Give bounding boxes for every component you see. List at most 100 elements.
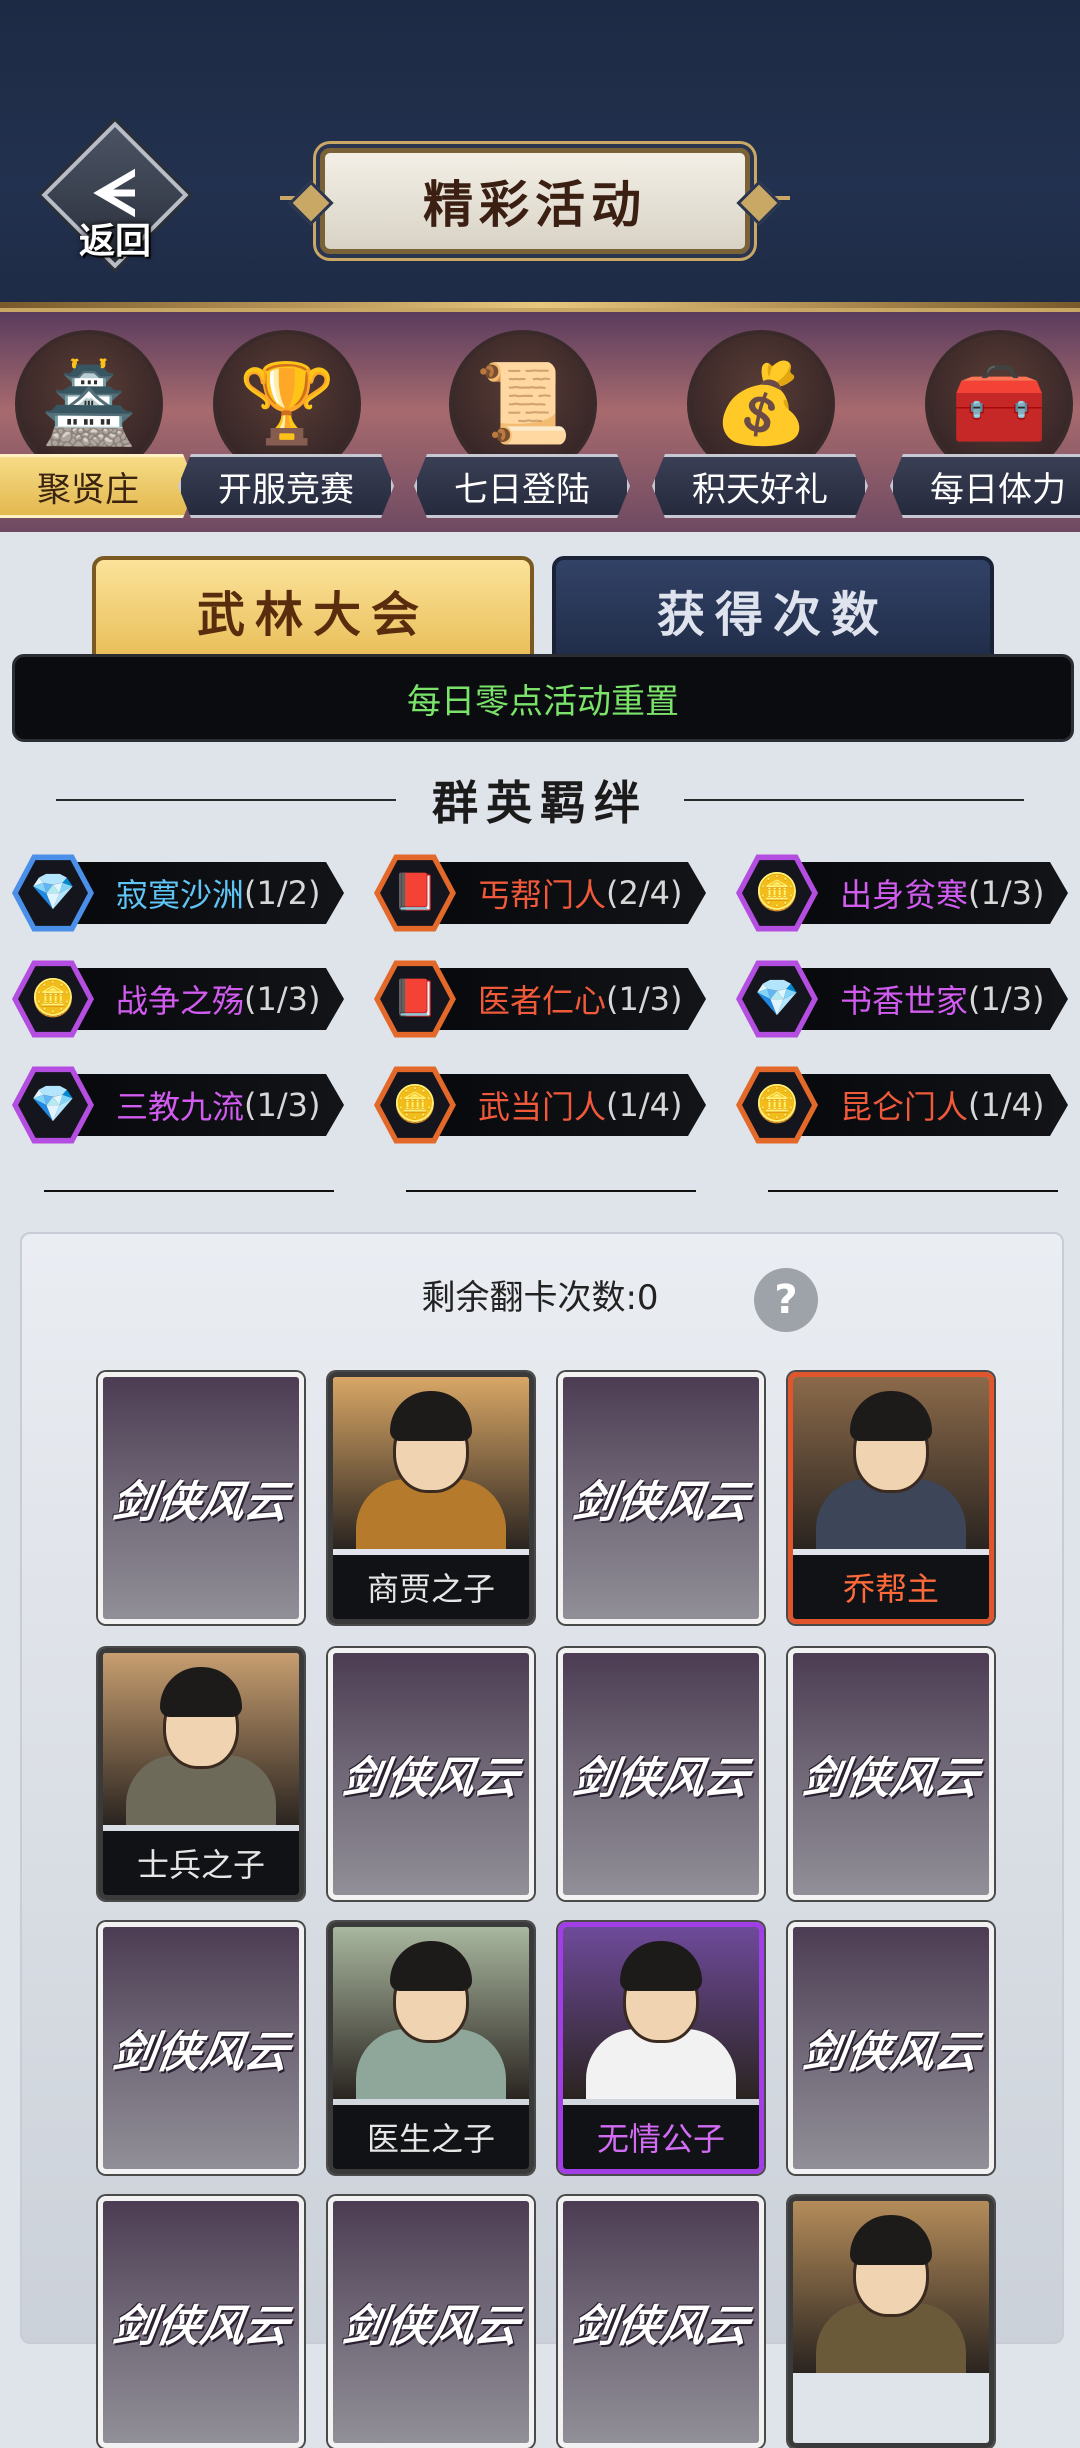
bond-item[interactable]: 昆仑门人 (1/4) 🪙 <box>728 1064 1068 1144</box>
character-portrait <box>103 1653 299 1825</box>
revealed-card[interactable]: 医生之子 <box>328 1922 534 2174</box>
tab-wulin-conference[interactable]: 武林大会 <box>92 556 534 664</box>
card-back-logo: 剑侠风云 <box>563 1653 759 1895</box>
event-tab-label: 积天好礼 <box>652 454 868 518</box>
character-portrait <box>793 1377 989 1549</box>
event-tab-3[interactable]: 💰 积天好礼 <box>652 322 868 522</box>
bond-count: (1/3) <box>968 874 1045 912</box>
bond-item[interactable]: 书香世家 (1/3) 💎 <box>728 958 1068 1038</box>
tab-obtain-attempts[interactable]: 获得次数 <box>552 556 994 664</box>
card-face <box>793 2201 989 2443</box>
card-face: 乔帮主 <box>793 1377 989 1619</box>
bond-count: (1/3) <box>244 980 321 1018</box>
bond-name: 丐帮门人 <box>478 876 607 914</box>
revealed-card[interactable]: 乔帮主 <box>788 1372 994 1624</box>
card-back-logo: 剑侠风云 <box>563 2201 759 2443</box>
bond-count: (1/3) <box>606 980 683 1018</box>
card-face: 医生之子 <box>333 1927 529 2169</box>
character-portrait <box>333 1377 529 1549</box>
back-label: 返回 <box>78 220 151 262</box>
bond-item-partial <box>768 1190 1058 1192</box>
card-character-name: 士兵之子 <box>103 1831 299 1895</box>
bond-item[interactable]: 战争之殇 (1/3) 🪙 <box>4 958 344 1038</box>
revealed-card[interactable] <box>788 2196 994 2448</box>
question-icon: ? <box>774 1277 798 1323</box>
bonds-header: 群英羁绊 <box>0 760 1080 840</box>
face-down-card[interactable]: 剑侠风云 <box>328 1648 534 1900</box>
face-down-card[interactable]: 剑侠风云 <box>328 2196 534 2448</box>
remaining-flips-label: 剩余翻卡次数:0 <box>421 1278 659 1318</box>
bond-item-partial <box>406 1190 696 1192</box>
card-face: 士兵之子 <box>103 1653 299 1895</box>
face-down-card[interactable]: 剑侠风云 <box>558 1372 764 1624</box>
bond-item[interactable]: 出身贫寒 (1/3) 🪙 <box>728 852 1068 932</box>
card-back-logo: 剑侠风云 <box>103 1377 299 1619</box>
event-tab-4[interactable]: 🧰 每日体力 <box>890 322 1080 522</box>
character-portrait <box>563 1927 759 2099</box>
card-character-name: 无情公子 <box>563 2105 759 2169</box>
bond-count: (1/3) <box>244 1086 321 1124</box>
card-back-logo: 剑侠风云 <box>333 1653 529 1895</box>
event-tab-label: 聚贤庄 <box>0 454 196 518</box>
bond-count: (1/4) <box>606 1086 683 1124</box>
divider-left <box>56 799 396 801</box>
card-character-name: 乔帮主 <box>793 1555 989 1619</box>
face-down-card[interactable]: 剑侠风云 <box>788 1648 994 1900</box>
event-tab-label: 开服竞赛 <box>178 454 394 518</box>
character-portrait <box>333 1927 529 2099</box>
bond-name: 战争之殇 <box>116 982 245 1020</box>
card-back-logo: 剑侠风云 <box>103 1927 299 2169</box>
title-plaque: 精彩活动 <box>320 148 750 254</box>
card-character-name: 商贾之子 <box>333 1555 529 1619</box>
bond-item[interactable]: 寂寞沙洲 (1/2) 💎 <box>4 852 344 932</box>
face-down-card[interactable]: 剑侠风云 <box>558 2196 764 2448</box>
face-down-card[interactable]: 剑侠风云 <box>98 1922 304 2174</box>
card-back-logo: 剑侠风云 <box>793 1927 989 2169</box>
bond-item[interactable]: 医者仁心 (1/3) 📕 <box>366 958 706 1038</box>
revealed-card[interactable]: 士兵之子 <box>98 1648 304 1900</box>
help-button[interactable]: ? <box>754 1268 818 1332</box>
bond-name: 书香世家 <box>840 982 969 1020</box>
event-tab-1[interactable]: 🏆 开服竞赛 <box>178 322 394 522</box>
character-portrait <box>793 2201 989 2373</box>
revealed-card[interactable]: 无情公子 <box>558 1922 764 2174</box>
event-tab-0[interactable]: 🏯 聚贤庄 <box>0 322 196 522</box>
card-back-logo: 剑侠风云 <box>563 1377 759 1619</box>
face-down-card[interactable]: 剑侠风云 <box>98 1372 304 1624</box>
card-face: 商贾之子 <box>333 1377 529 1619</box>
event-tab-label: 每日体力 <box>890 454 1080 518</box>
bond-item-partial <box>44 1190 334 1192</box>
header-bar: ᗕ 返回 精彩活动 <box>0 0 1080 312</box>
event-tab-strip: 🏯 聚贤庄 🏆 开服竞赛 📜 七日登陆 💰 积天好礼 🧰 每日体力 <box>0 312 1080 532</box>
event-tab-label: 七日登陆 <box>414 454 630 518</box>
face-down-card[interactable]: 剑侠风云 <box>98 2196 304 2448</box>
bond-name: 寂寞沙洲 <box>116 876 245 914</box>
face-down-card[interactable]: 剑侠风云 <box>558 1648 764 1900</box>
card-character-name: 医生之子 <box>333 2105 529 2169</box>
page-title: 精彩活动 <box>423 175 647 234</box>
bond-name: 昆仑门人 <box>840 1088 969 1126</box>
card-back-logo: 剑侠风云 <box>333 2201 529 2443</box>
face-down-card[interactable]: 剑侠风云 <box>788 1922 994 2174</box>
bond-list: 寂寞沙洲 (1/2) 💎 丐帮门人 (2/4) 📕 出身贫寒 (1/3) 🪙 战争之殇 (1/3) 🪙… <box>0 852 1080 1192</box>
bond-count: (1/2) <box>244 874 321 912</box>
bond-item[interactable]: 武当门人 (1/4) 🪙 <box>366 1064 706 1144</box>
card-back-logo: 剑侠风云 <box>793 1653 989 1895</box>
bond-name: 武当门人 <box>478 1088 607 1126</box>
bond-count: (1/3) <box>968 980 1045 1018</box>
bond-count: (1/4) <box>968 1086 1045 1124</box>
event-tab-2[interactable]: 📜 七日登陆 <box>414 322 630 522</box>
revealed-card[interactable]: 商贾之子 <box>328 1372 534 1624</box>
bond-item[interactable]: 丐帮门人 (2/4) 📕 <box>366 852 706 932</box>
back-button[interactable]: ᗕ 返回 <box>40 120 190 270</box>
bond-item[interactable]: 三教九流 (1/3) 💎 <box>4 1064 344 1144</box>
card-back-logo: 剑侠风云 <box>103 2201 299 2443</box>
divider-right <box>684 799 1024 801</box>
bond-count: (2/4) <box>606 874 683 912</box>
card-face: 无情公子 <box>563 1927 759 2169</box>
bond-name: 出身贫寒 <box>840 876 969 914</box>
bonds-title: 群英羁绊 <box>432 776 648 830</box>
bond-name: 医者仁心 <box>478 982 607 1020</box>
bond-name: 三教九流 <box>116 1088 245 1126</box>
reset-notice: 每日零点活动重置 <box>12 654 1074 742</box>
